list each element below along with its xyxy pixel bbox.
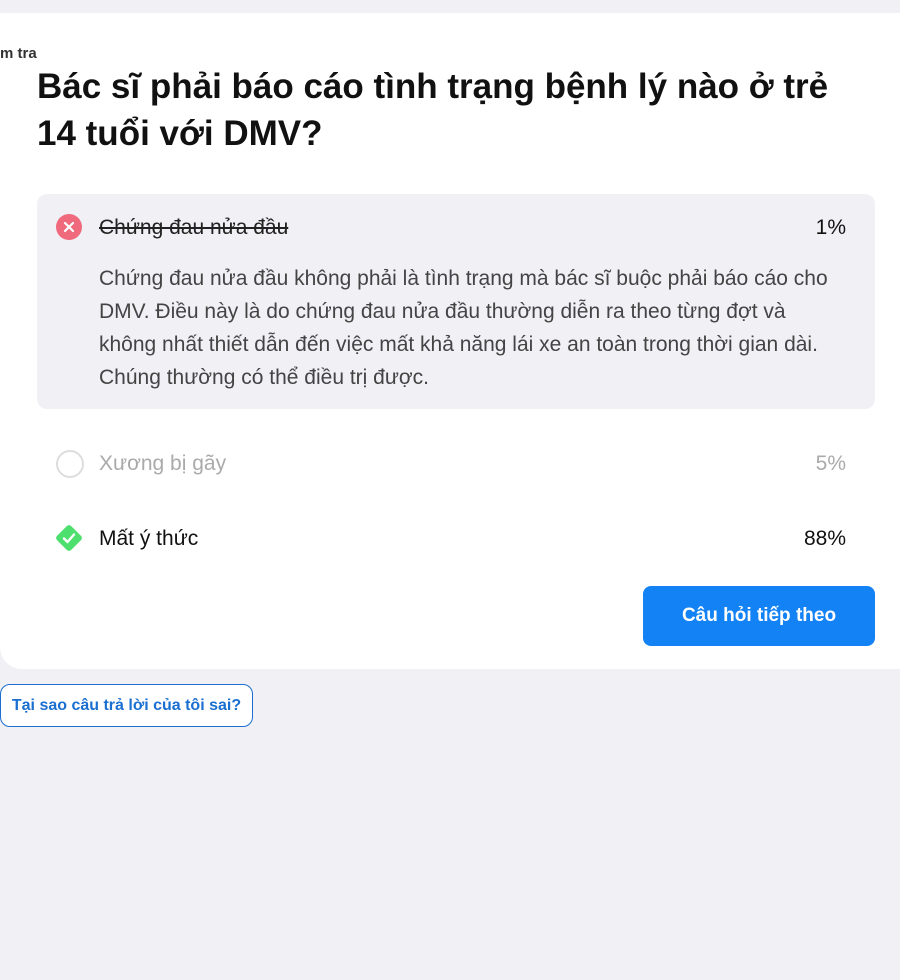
answer-label: Chứng đau nửa đầu [99, 216, 289, 239]
question-card: m tra Bác sĩ phải báo cáo tình trạng bện… [0, 13, 900, 669]
answer-option-wrong[interactable]: Chứng đau nửa đầu 1% Chứng đau nửa đầu k… [37, 194, 875, 409]
check-diamond-icon [53, 522, 85, 554]
empty-circle-icon [56, 450, 84, 478]
header-label: m tra [0, 45, 37, 62]
answer-explanation: Chứng đau nửa đầu không phải là tình trạ… [99, 267, 828, 389]
answer-label: Xương bị gãy [99, 452, 227, 475]
x-circle-icon [56, 214, 82, 240]
why-wrong-button[interactable]: Tại sao câu trả lời của tôi sai? [0, 684, 253, 727]
next-question-button[interactable]: Câu hỏi tiếp theo [643, 586, 875, 646]
answer-option-correct[interactable]: Mất ý thức 88% [37, 505, 875, 565]
answer-label: Mất ý thức [99, 527, 199, 550]
question-title: Bác sĩ phải báo cáo tình trạng bệnh lý n… [37, 67, 829, 153]
answer-percent: 88% [803, 527, 846, 550]
answer-percent: 5% [815, 452, 846, 475]
answer-option-neutral[interactable]: Xương bị gãy 5% [37, 430, 875, 490]
answer-percent: 1% [815, 216, 846, 239]
